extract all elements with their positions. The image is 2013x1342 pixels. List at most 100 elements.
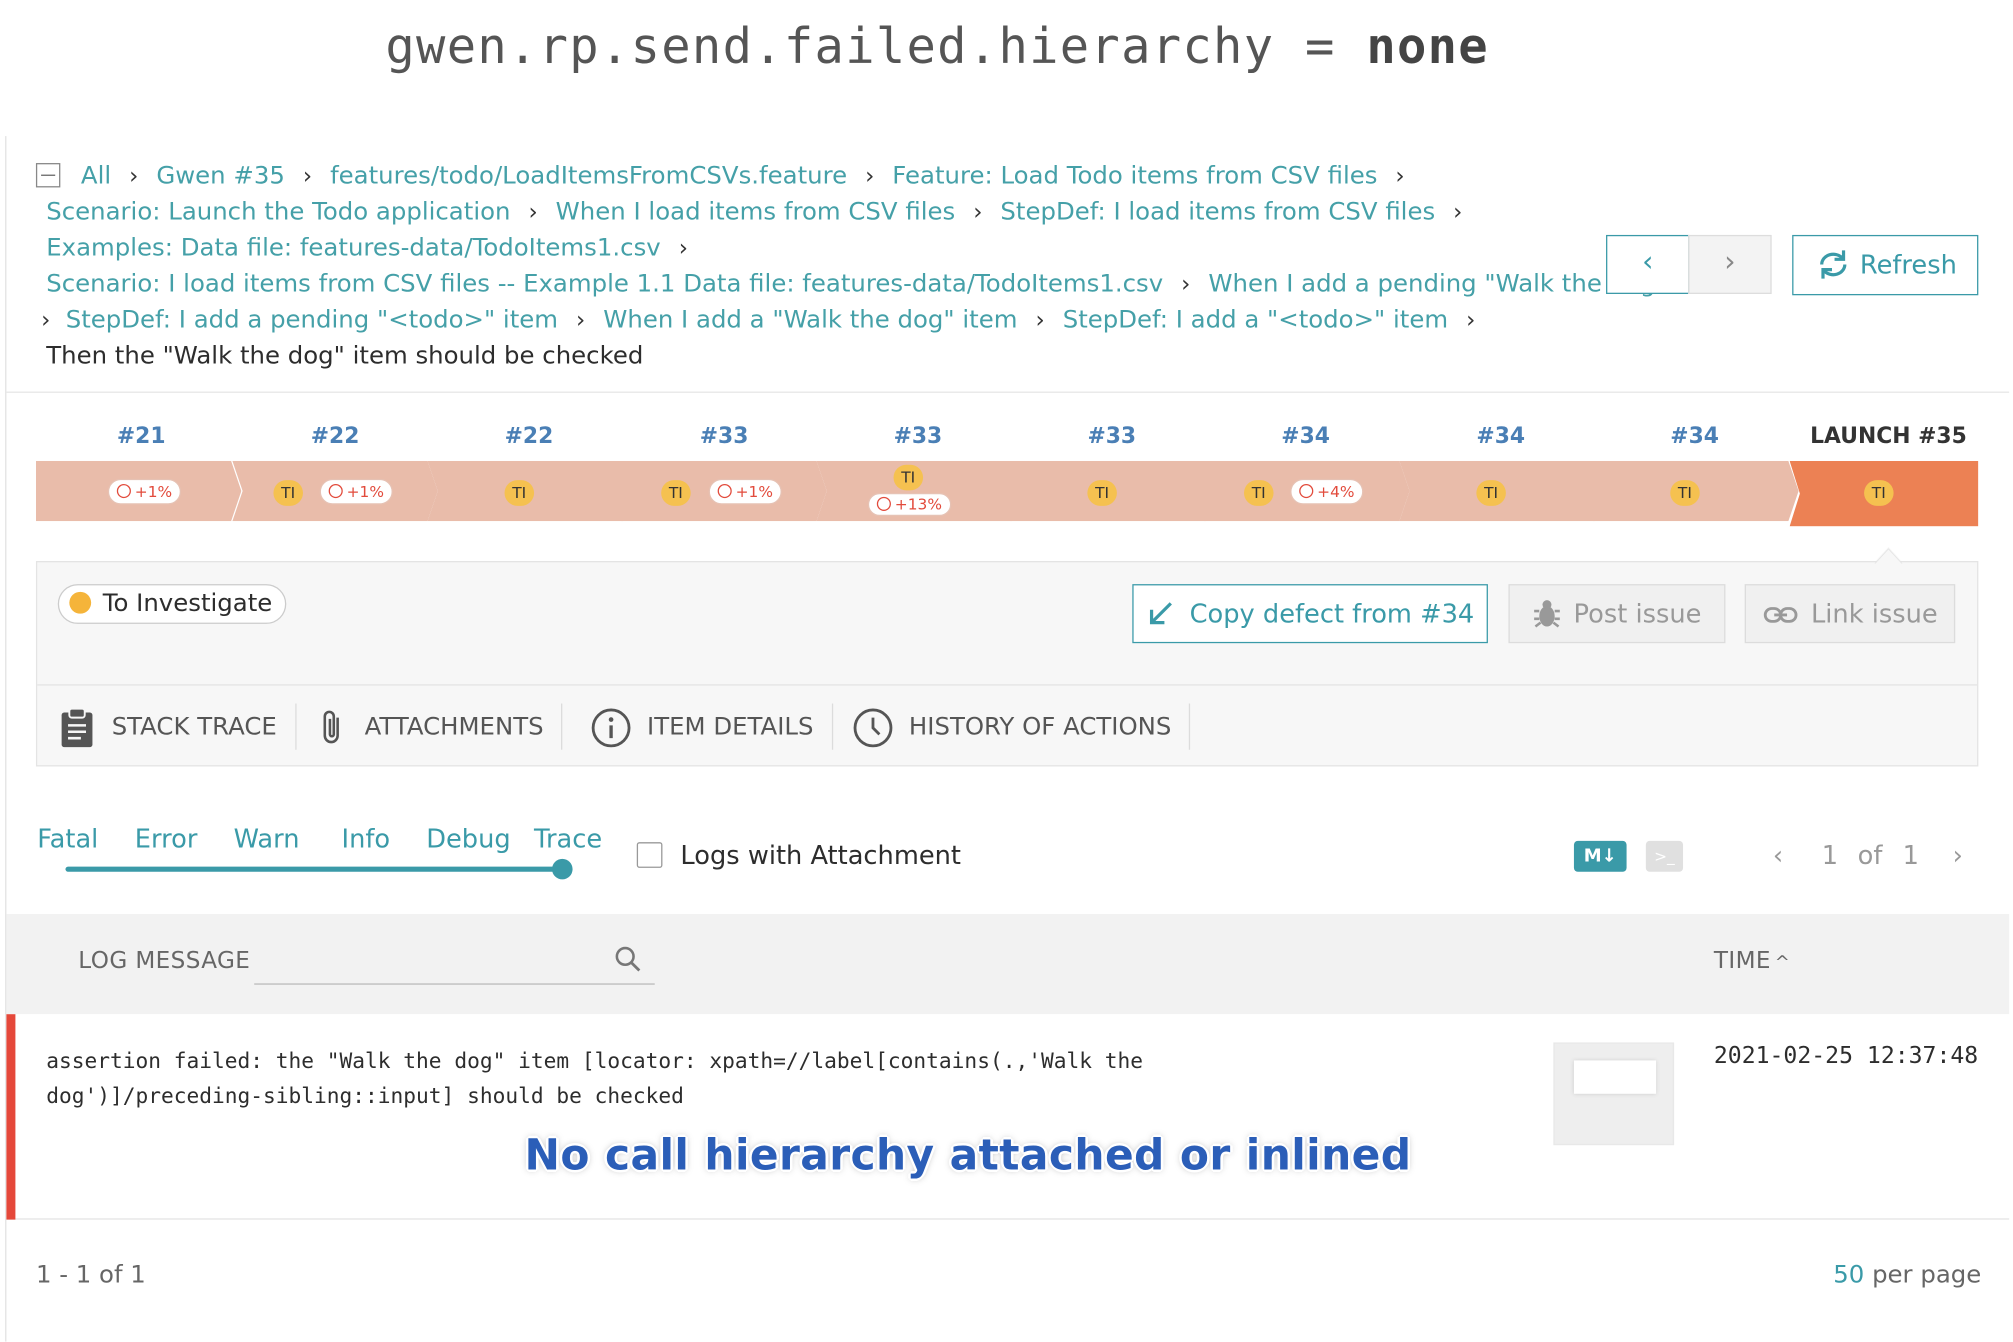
breadcrumb-separator-icon: › — [865, 163, 875, 191]
breadcrumb-separator-icon: › — [302, 163, 313, 191]
log-search-input[interactable] — [254, 983, 655, 985]
tab-item-details-label: ITEM DETAILS — [647, 712, 814, 741]
breadcrumb-line-5: › StepDef: I add a pending "<todo>" item ›… — [41, 302, 1493, 339]
breadcrumb-examples[interactable]: Examples: Data file: features-data/TodoI… — [46, 234, 660, 262]
breadcrumb-step[interactable]: When I load items from CSV files — [556, 198, 956, 226]
link-issue-button[interactable]: Link issue — [1744, 584, 1956, 644]
defect-type-badge[interactable]: To Investigate — [57, 584, 287, 624]
copy-defect-label: Copy defect from #34 — [1189, 598, 1475, 630]
tab-stack-trace[interactable]: STACK TRACE — [58, 703, 297, 750]
log-level-slider[interactable] — [65, 866, 564, 872]
column-time-label: TIME — [1713, 947, 1771, 975]
pager-of: of — [1857, 839, 1883, 871]
breadcrumb-separator-icon: › — [576, 306, 586, 334]
breadcrumb-stepdef-pending[interactable]: StepDef: I add a pending "<todo>" item — [66, 306, 558, 334]
tab-history-of-actions[interactable]: HISTORY OF ACTIONS — [852, 703, 1191, 750]
per-page-selector[interactable]: 50 per page — [1833, 1261, 1981, 1289]
ti-badge: TI — [893, 464, 923, 491]
clock-icon — [116, 483, 131, 499]
duration-badge: +4% — [1290, 478, 1364, 505]
breadcrumb-separator-icon: › — [678, 234, 688, 262]
tab-history-label: HISTORY OF ACTIONS — [908, 712, 1172, 741]
breadcrumb-separator-icon: › — [1395, 163, 1405, 191]
breadcrumb-feature-file[interactable]: features/todo/LoadItemsFromCSVs.feature — [330, 162, 847, 190]
duration-badge: +1% — [708, 478, 782, 505]
refresh-button[interactable]: Refresh — [1792, 234, 1979, 296]
logs-with-attachment-checkbox[interactable] — [636, 842, 663, 868]
breadcrumb-step-add[interactable]: When I add a "Walk the dog" item — [603, 306, 1017, 334]
log-table-header — [6, 914, 2010, 1015]
clock-icon — [328, 483, 343, 499]
breadcrumb-separator-icon: › — [1466, 306, 1476, 334]
breadcrumb-scenario[interactable]: Scenario: Launch the Todo application — [46, 198, 510, 226]
prev-item-button[interactable]: ‹ — [1606, 234, 1690, 294]
next-item-button[interactable]: › — [1688, 234, 1772, 294]
tab-item-details[interactable]: ITEM DETAILS — [591, 703, 833, 750]
history-label: #34 — [1670, 423, 1719, 450]
bug-icon — [1533, 600, 1560, 628]
history-label: #33 — [893, 423, 943, 450]
config-key: gwen.rp.send.failed.hierarchy — [385, 17, 1275, 75]
breadcrumb-feature[interactable]: Feature: Load Todo items from CSV files — [892, 162, 1377, 190]
ti-badge: TI — [273, 480, 303, 506]
log-level-warn[interactable]: Warn — [234, 823, 300, 854]
log-message-line: dog')]/preceding-sibling::input] should … — [46, 1083, 684, 1108]
clock-icon — [853, 707, 893, 747]
markdown-toggle-icon[interactable]: M↓ — [1573, 840, 1627, 872]
log-message: assertion failed: the "Walk the dog" ite… — [46, 1044, 1330, 1113]
config-value: none — [1366, 17, 1489, 75]
breadcrumb-line-1: All › Gwen #35 › features/todo/LoadItemsFrom… — [35, 158, 1423, 195]
log-level-error[interactable]: Error — [135, 823, 198, 854]
ti-badge: TI — [1244, 480, 1274, 506]
breadcrumb-launch[interactable]: Gwen #35 — [156, 162, 285, 190]
history-label: #33 — [699, 423, 749, 450]
per-page-count[interactable]: 50 — [1833, 1261, 1864, 1289]
breadcrumb-stepdef[interactable]: StepDef: I load items from CSV files — [1000, 198, 1435, 226]
log-time: 2021-02-25 12:37:48 — [1713, 1042, 1979, 1070]
tab-attachments[interactable]: ATTACHMENTS — [316, 703, 563, 750]
breadcrumb-line-3: Examples: Data file: features-data/TodoI… — [46, 230, 706, 267]
items-range: 1 - 1 of 1 — [35, 1260, 146, 1289]
chevron-left-icon: ‹ — [1642, 246, 1654, 279]
history-label: #34 — [1281, 423, 1330, 450]
error-level-indicator — [6, 1014, 16, 1220]
log-level-info[interactable]: Info — [341, 823, 390, 854]
paperclip-icon — [323, 709, 339, 743]
logs-with-attachment-label: Logs with Attachment — [680, 839, 961, 871]
post-issue-button[interactable]: Post issue — [1508, 584, 1726, 644]
breadcrumb-line-2: Scenario: Launch the Todo application › Wh… — [46, 194, 1480, 231]
clock-icon — [876, 496, 891, 511]
history-label: #21 — [116, 423, 166, 450]
breadcrumb-line-4: Scenario: I load items from CSV files --… — [46, 266, 1729, 303]
pager-total: 1 — [1902, 839, 1919, 871]
log-level-trace[interactable]: Trace — [534, 823, 602, 854]
info-icon — [591, 707, 631, 747]
column-time[interactable]: TIME ^ — [1714, 947, 1790, 974]
history-label-current: LAUNCH #35 — [1810, 423, 1967, 450]
breadcrumb-stepdef-add[interactable]: StepDef: I add a "<todo>" item — [1063, 306, 1448, 334]
copy-defect-button[interactable]: Copy defect from #34 — [1132, 584, 1488, 644]
breadcrumb-separator-icon: › — [1453, 198, 1463, 226]
breadcrumb-separator-icon: › — [973, 198, 983, 226]
history-label: #22 — [504, 423, 554, 450]
pager-current: 1 — [1821, 839, 1839, 871]
pager-prev-icon[interactable]: ‹ — [1773, 840, 1783, 871]
column-log-message: LOG MESSAGE — [78, 947, 251, 975]
breadcrumb-line-6: Then the "Walk the dog" item should be c… — [46, 338, 643, 374]
breadcrumb-all[interactable]: All — [81, 162, 111, 190]
log-level-debug[interactable]: Debug — [426, 823, 510, 854]
pager-next-icon[interactable]: › — [1953, 840, 1963, 871]
log-level-slider-handle[interactable] — [552, 858, 573, 880]
log-message-line: assertion failed: the "Walk the dog" ite… — [46, 1048, 1143, 1074]
config-eq: = — [1274, 17, 1367, 75]
tab-attachments-label: ATTACHMENTS — [364, 712, 544, 741]
collapse-all-checkbox[interactable] — [35, 163, 61, 188]
console-toggle-icon[interactable]: >_ — [1645, 840, 1684, 872]
search-icon[interactable] — [614, 945, 642, 973]
duration-value: +1% — [134, 482, 173, 501]
clock-icon — [1299, 483, 1314, 499]
log-level-fatal[interactable]: Fatal — [37, 823, 98, 854]
breadcrumb-scenario-example[interactable]: Scenario: I load items from CSV files --… — [46, 270, 1163, 298]
link-icon — [1763, 607, 1797, 623]
per-page-label: per page — [1864, 1260, 1982, 1289]
